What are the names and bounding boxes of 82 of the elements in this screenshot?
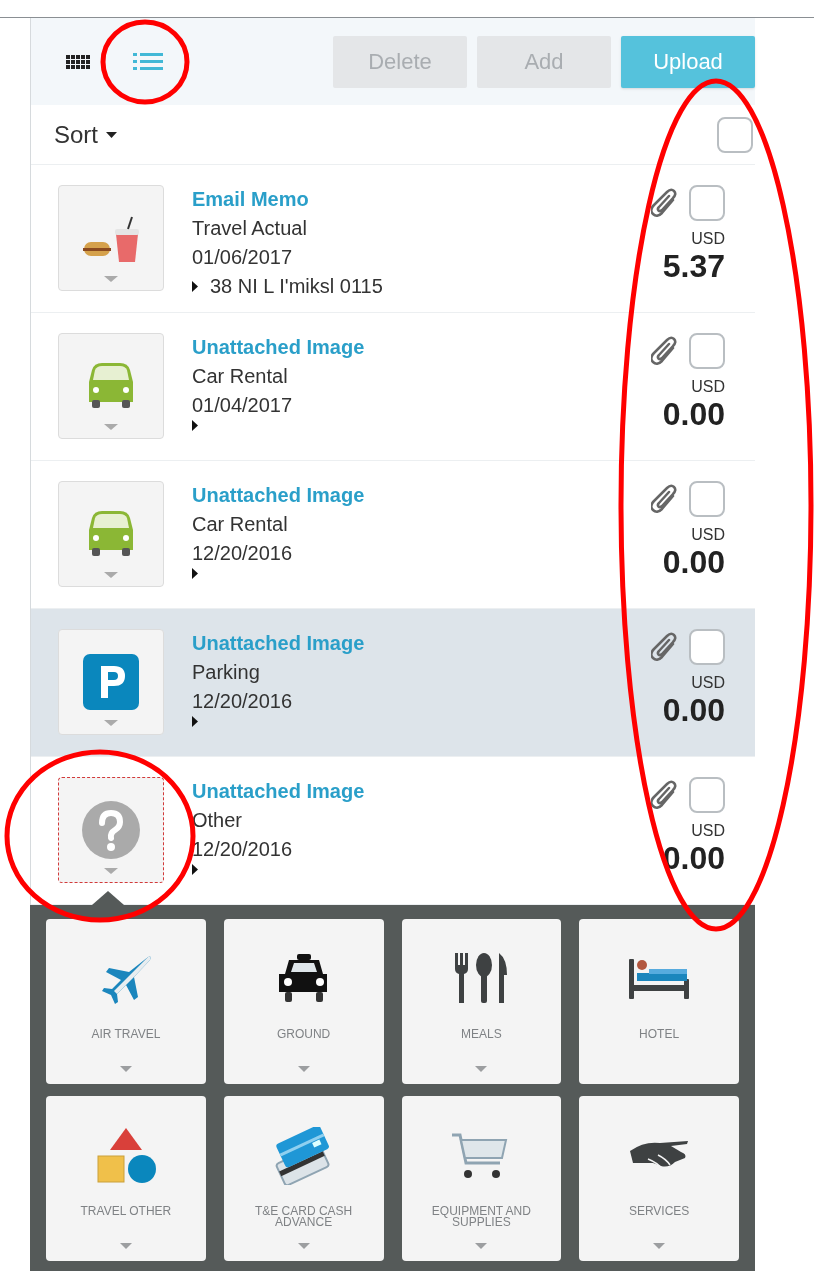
category-label: AIR TRAVEL (90, 1029, 162, 1040)
caret-icon (104, 720, 118, 726)
row-checkbox[interactable] (689, 629, 725, 665)
grid-icon (66, 54, 90, 69)
toolbar-button[interactable]: Upload (621, 35, 755, 88)
category-label: TRAVEL OTHER (79, 1206, 173, 1217)
category-label: EQUIPMENT AND SUPPLIES (430, 1206, 532, 1228)
receipt-thumbnail[interactable] (58, 777, 164, 883)
category-tile[interactable]: EQUIPMENT AND SUPPLIES (401, 1096, 562, 1261)
expand-arrow-icon[interactable] (192, 864, 198, 875)
bed-icon (629, 957, 690, 1001)
question-mark-icon (82, 801, 140, 859)
expand-arrow-icon[interactable] (192, 420, 198, 431)
category-label: SERVICES (627, 1206, 691, 1217)
paperclip-icon (651, 632, 677, 662)
paperclip-icon (651, 484, 677, 514)
row-checkbox[interactable] (689, 481, 725, 517)
category-tile[interactable]: TRAVEL OTHER (46, 1096, 206, 1261)
category-tile[interactable]: SERVICES (579, 1096, 739, 1261)
caret-icon (104, 868, 118, 874)
expense-category: Car Rental (192, 364, 289, 389)
expense-amount: 0.00 (662, 545, 725, 579)
taxi-icon (278, 954, 329, 1004)
expense-category: Parking (192, 660, 261, 685)
select-all-checkbox[interactable] (717, 116, 753, 153)
expense-date: 01/04/2017 (192, 393, 294, 418)
caret-icon (475, 1066, 488, 1072)
paperclip-icon (651, 336, 677, 366)
category-tile[interactable]: HOTEL (579, 919, 739, 1084)
currency-label: USD (691, 525, 725, 545)
cutlery-icon (453, 953, 510, 1005)
row-checkbox[interactable] (689, 333, 725, 369)
expense-title[interactable]: Email Memo (192, 185, 383, 214)
expand-arrow-icon[interactable] (192, 716, 198, 727)
expense-amount: 5.37 (662, 249, 725, 283)
currency-label: USD (691, 673, 725, 693)
currency-label: USD (691, 229, 725, 249)
expense-amount: 0.00 (662, 397, 725, 431)
category-label: T&E CARD CASH ADVANCE (253, 1206, 354, 1228)
category-label: GROUND (275, 1029, 332, 1040)
expense-category: Travel Actual (192, 216, 308, 241)
paperclip-icon (651, 188, 677, 218)
expense-amount: 0.00 (662, 841, 725, 875)
parking-sign-icon (83, 654, 139, 710)
expense-title[interactable]: Unattached Image (192, 481, 365, 510)
caret-icon (104, 424, 118, 430)
expense-title[interactable]: Unattached Image (192, 629, 365, 658)
paperclip-icon (651, 780, 677, 810)
category-tile[interactable]: AIR TRAVEL (46, 919, 206, 1084)
expense-date: 01/06/2017 (192, 245, 294, 270)
category-label: HOTEL (638, 1029, 681, 1040)
caret-icon (297, 1066, 310, 1072)
caret-icon (653, 1243, 666, 1249)
category-tile[interactable]: GROUND (223, 919, 384, 1084)
sort-dropdown[interactable]: Sort (54, 116, 117, 153)
caret-icon (297, 1243, 310, 1249)
expense-amount: 0.00 (662, 693, 725, 727)
caret-icon (119, 1243, 132, 1249)
caret-icon (106, 131, 117, 138)
expense-row[interactable]: Unattached Image Parking 12/20/2016 USD 0.00 (31, 609, 755, 757)
expense-category: Car Rental (192, 512, 289, 537)
category-label: MEALS (460, 1029, 503, 1040)
caret-icon (475, 1243, 488, 1249)
currency-label: USD (691, 377, 725, 397)
shapes-icon (95, 1128, 156, 1184)
caret-icon (104, 276, 118, 282)
category-tile[interactable]: T&E CARD CASH ADVANCE (223, 1096, 384, 1261)
caret-icon (104, 572, 118, 578)
expand-arrow-icon[interactable] (192, 568, 198, 579)
list-icon (133, 53, 163, 70)
expense-date: 12/20/2016 (192, 541, 294, 566)
expense-date: 12/20/2016 (192, 689, 294, 714)
row-checkbox[interactable] (689, 777, 725, 813)
expense-detail: 38 NI L I'miksl 0115 (210, 274, 383, 299)
category-tile[interactable]: MEALS (401, 919, 562, 1084)
expense-category: Other (192, 808, 244, 833)
currency-label: USD (691, 821, 725, 841)
row-checkbox[interactable] (689, 185, 725, 221)
expense-title[interactable]: Unattached Image (192, 333, 365, 362)
expense-title[interactable]: Unattached Image (192, 777, 365, 806)
expand-arrow-icon[interactable] (192, 281, 198, 292)
caret-icon (119, 1066, 132, 1072)
